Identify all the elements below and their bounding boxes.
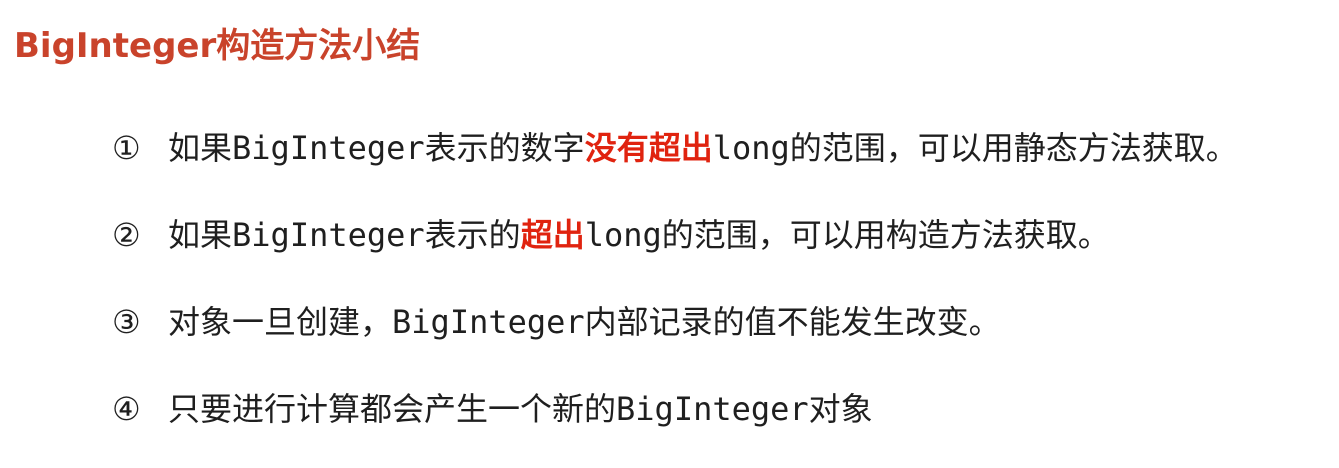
highlight-text: 超出 <box>520 216 585 254</box>
code-term: long <box>712 129 790 167</box>
page-title: BigInteger构造方法小结 <box>14 26 421 66</box>
code-term: long <box>584 216 662 254</box>
code-term: BigInteger <box>616 390 809 428</box>
list-item-4: ④ 只要进行计算都会产生一个新的BigInteger对象 <box>112 381 1238 468</box>
summary-list: ① 如果BigInteger表示的数字没有超出long的范围，可以用静态方法获取… <box>112 120 1238 468</box>
item-text: 只要进行计算都会产生一个新的BigInteger对象 <box>168 381 873 437</box>
item-text: 如果BigInteger表示的数字没有超出long的范围，可以用静态方法获取。 <box>168 120 1238 176</box>
list-item-3: ③ 对象一旦创建，BigInteger内部记录的值不能发生改变。 <box>112 294 1238 381</box>
text-segment: 如果 <box>168 216 233 254</box>
code-term: BigInteger <box>232 216 425 254</box>
list-item-2: ② 如果BigInteger表示的超出long的范围，可以用构造方法获取。 <box>112 207 1238 294</box>
item-text: 如果BigInteger表示的超出long的范围，可以用构造方法获取。 <box>168 207 1110 263</box>
text-segment: 只要进行计算都会产生一个新的 <box>168 390 617 428</box>
text-segment: 表示的 <box>424 216 521 254</box>
item-number: ④ <box>112 390 141 428</box>
text-segment: 如果 <box>168 129 233 167</box>
text-segment: 对象一旦创建， <box>168 303 393 341</box>
text-segment: 的范围，可以用构造方法获取。 <box>661 216 1110 254</box>
code-term: BigInteger <box>392 303 585 341</box>
item-number: ① <box>112 129 141 167</box>
text-segment: 内部记录的值不能发生改变。 <box>584 303 1001 341</box>
text-segment: 对象 <box>808 390 873 428</box>
item-text: 对象一旦创建，BigInteger内部记录的值不能发生改变。 <box>168 294 1001 350</box>
code-term: BigInteger <box>232 129 425 167</box>
highlight-text: 没有超出 <box>584 129 713 167</box>
text-segment: 的范围，可以用静态方法获取。 <box>789 129 1238 167</box>
text-segment: 表示的数字 <box>424 129 585 167</box>
list-item-1: ① 如果BigInteger表示的数字没有超出long的范围，可以用静态方法获取… <box>112 120 1238 207</box>
item-number: ② <box>112 216 141 254</box>
item-number: ③ <box>112 303 141 341</box>
